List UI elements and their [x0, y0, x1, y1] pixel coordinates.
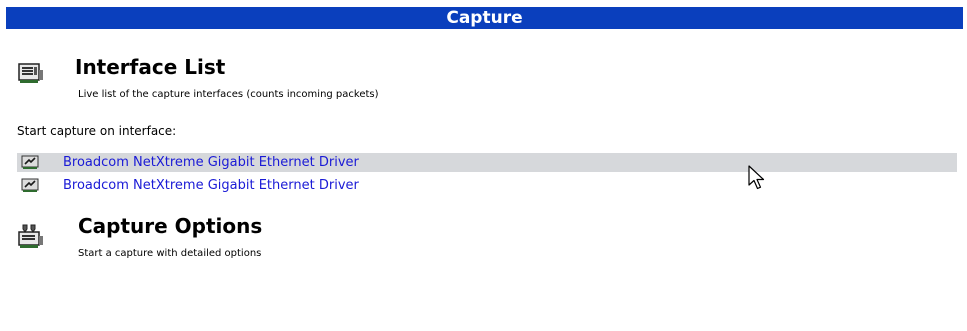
capture-options-icon[interactable] — [17, 222, 45, 250]
network-interface-icon — [21, 178, 39, 192]
interface-list-link[interactable]: Interface List — [75, 55, 225, 79]
capture-header: Capture — [6, 7, 963, 29]
capture-panel: Capture Interface List Live list of the … — [0, 0, 967, 331]
interface-row[interactable]: Broadcom NetXtreme Gigabit Ethernet Driv… — [17, 153, 957, 172]
interface-name[interactable]: Broadcom NetXtreme Gigabit Ethernet Driv… — [63, 177, 359, 194]
interface-name[interactable]: Broadcom NetXtreme Gigabit Ethernet Driv… — [63, 154, 359, 171]
interface-list-description: Live list of the capture interfaces (cou… — [78, 89, 379, 100]
network-interface-icon — [21, 155, 39, 169]
capture-options-link[interactable]: Capture Options — [78, 214, 262, 238]
interface-row[interactable]: Broadcom NetXtreme Gigabit Ethernet Driv… — [17, 176, 957, 195]
interface-list-icon[interactable] — [17, 58, 45, 86]
capture-options-description: Start a capture with detailed options — [78, 248, 262, 259]
mouse-cursor-icon — [748, 165, 765, 190]
start-capture-label: Start capture on interface: — [17, 124, 177, 138]
